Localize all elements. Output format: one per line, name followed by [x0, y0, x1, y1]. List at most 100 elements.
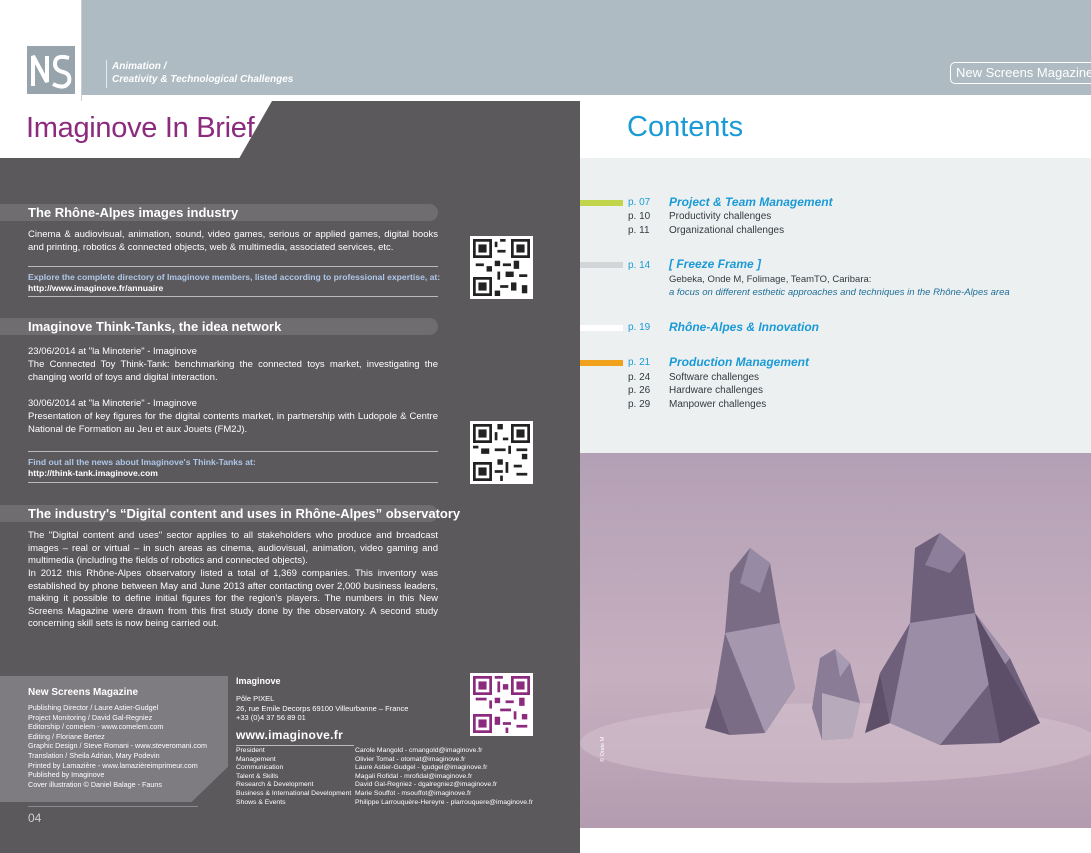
- contact-role: Management: [236, 755, 276, 763]
- toc-bar-innovation: [580, 325, 623, 331]
- toc-title-production-management[interactable]: Production Management: [669, 355, 809, 369]
- contact-people: Carole Mangold - cmangold@imaginove.fr O…: [355, 747, 533, 807]
- toc-bar-production: [580, 360, 623, 366]
- event-date-2: 30/06/2014 at "la Minoterie" - Imaginove: [28, 398, 197, 409]
- imaginove-name: Imaginove: [236, 676, 281, 686]
- origami-penguins-illustration: [580, 453, 1091, 828]
- toc-desc-italic: a focus on different esthetic approaches…: [669, 287, 1010, 298]
- think-tank-link[interactable]: http://think-tank.imaginove.com: [28, 468, 158, 478]
- observatory-body-1: The "Digital content and uses" sector ap…: [28, 530, 438, 566]
- phone: +33 (0)4 37 56 89 01: [236, 713, 306, 722]
- contact-role: Communication: [236, 764, 284, 772]
- section-title-think-tanks: Imaginove Think-Tanks, the idea network: [28, 319, 282, 334]
- contact-roles: President Management Communication Talen…: [236, 747, 355, 807]
- section-title-observatory: The industry's “Digital content and uses…: [28, 506, 461, 521]
- left-title-block: Imaginove In Brief: [0, 101, 272, 158]
- toc-sub-page: p. 24: [628, 372, 651, 383]
- ns-logo: [27, 46, 75, 94]
- section-rule-think-tanks-bottom: [28, 482, 438, 483]
- directory-link[interactable]: http://www.imaginove.fr/annuaire: [28, 283, 163, 293]
- contact-person[interactable]: Marie Souffot - msouffot@imaginove.fr: [355, 790, 533, 799]
- contents-area: [580, 158, 1091, 453]
- toc-desc-line2: a focus on different esthetic approaches…: [669, 286, 1010, 299]
- colophon-line: Publishing Director / Laure Astier-Gudge…: [28, 703, 159, 712]
- contact-person[interactable]: David Gal-Regniez - dgalregniez@imaginov…: [355, 781, 533, 790]
- qr-code-directory[interactable]: [470, 236, 533, 299]
- toc-sub-page: p. 26: [628, 385, 651, 396]
- toc-bar-project: [580, 200, 623, 206]
- toc-sub-title[interactable]: Organizational challenges: [669, 225, 784, 236]
- contact-role: President: [236, 747, 265, 754]
- toc-page: p. 07: [628, 197, 651, 208]
- colophon-line: Translation / Sheila Adrian, Mary Podevi…: [28, 750, 160, 760]
- toc-sub-title[interactable]: Hardware challenges: [669, 385, 763, 396]
- event-text-2: Presentation of key figures for the digi…: [28, 411, 438, 435]
- contact-role: Business & International Development: [236, 789, 352, 797]
- toc-page: p. 14: [628, 260, 651, 271]
- contact-role: Talent & Skills: [236, 772, 279, 780]
- bottom-strip: [580, 828, 1091, 853]
- contact-role: Shows & Events: [236, 798, 286, 806]
- toc-sub-title[interactable]: Manpower challenges: [669, 399, 766, 410]
- section-rule-think-tanks: [28, 451, 438, 452]
- toc-desc-line1: Gebeka, Onde M, Folimage, TeamTO, Cariba…: [669, 274, 872, 285]
- colophon-lines: Publishing Director / Laure Astier-Gudge…: [28, 703, 207, 789]
- imaginove-website[interactable]: www.imaginove.fr: [236, 728, 408, 742]
- header-separator: [106, 60, 107, 88]
- imaginove-block: Imaginove Pôle PIXEL 26, rue Emile Decor…: [236, 676, 408, 746]
- contact-person[interactable]: Magali Rofidal - mrofidal@imaginove.fr: [355, 773, 533, 782]
- page-number-rule: [28, 806, 198, 807]
- toc-bar-freeze-frame: [580, 262, 623, 268]
- event-text-1: The Connected Toy Think-Tank: benchmarki…: [28, 359, 438, 383]
- photo-credit: © Onde M: [600, 736, 606, 762]
- contact-person[interactable]: Carole Mangold - cmangold@imaginove.fr: [355, 747, 533, 756]
- toc-page: p. 21: [628, 357, 651, 368]
- contents-header: Contents: [580, 101, 1091, 158]
- toc-page: p. 19: [628, 322, 651, 333]
- qr-code-think-tank[interactable]: [470, 421, 533, 484]
- toc-title-project-management[interactable]: Project & Team Management: [669, 195, 833, 209]
- contacts-list: President Management Communication Talen…: [236, 747, 533, 807]
- address-line2: 26, rue Emile Decorps 69100 Villeurbanne…: [236, 703, 409, 713]
- ns-logo-icon: [27, 46, 75, 94]
- imaginove-address: Pôle PIXEL 26, rue Emile Decorps 69100 V…: [236, 694, 408, 723]
- colophon-line: Editorship / comelem - www.comelem.com: [28, 722, 164, 732]
- toc-sub-title[interactable]: Software challenges: [669, 372, 759, 383]
- origami-penguins-photo: [580, 453, 1091, 828]
- contact-person[interactable]: Olivier Tomat - otomat@imaginove.fr: [355, 756, 533, 765]
- toc-title-freeze-frame[interactable]: [ Freeze Frame ]: [669, 257, 761, 271]
- colophon-line: Editing / Floriane Bertez: [28, 731, 105, 741]
- page-title: Imaginove In Brief: [26, 112, 255, 144]
- toc-title-innovation[interactable]: Rhône-Alpes & Innovation: [669, 320, 819, 334]
- page-number: 04: [28, 811, 42, 825]
- qr-code-icon: [473, 239, 530, 296]
- observatory-body-2: In 2012 this Rhône-Alpes observatory lis…: [28, 568, 438, 629]
- qr-code-icon: [473, 676, 530, 733]
- think-tank-link-note: Find out all the news about Imaginove's …: [28, 457, 256, 467]
- qr-code-icon: [473, 424, 530, 481]
- website-underline: [236, 744, 354, 746]
- header-subtitle: Animation / Creativity & Technological C…: [112, 60, 293, 86]
- section-rule-industry-bottom: [28, 296, 438, 297]
- contact-person[interactable]: Philippe Larrouquère-Hereyre - plarrouqu…: [355, 799, 533, 808]
- contact-role: Research & Development: [236, 781, 314, 789]
- qr-code-imaginove[interactable]: [470, 673, 533, 736]
- section-rule-industry: [28, 266, 438, 267]
- colophon-line: Published by Imaginove: [28, 770, 105, 780]
- contact-person[interactable]: Laure Astier-Gudgel - lgudgel@imaginove.…: [355, 764, 533, 773]
- colophon-line: Printed by Lamazière - www.lamazièreimpr…: [28, 760, 198, 770]
- section-body-industry: Cinema & audiovisual, animation, sound, …: [28, 229, 438, 253]
- toc-sub-title[interactable]: Productivity challenges: [669, 211, 771, 222]
- address-line1: Pôle PIXEL: [236, 694, 275, 703]
- toc-sub-page: p. 11: [628, 225, 650, 236]
- colophon-title: New Screens Magazine: [28, 687, 139, 698]
- directory-link-note: Explore the complete directory of Imagin…: [28, 272, 441, 282]
- colophon-line: Cover illustration © Daniel Balage - Fau…: [28, 779, 162, 789]
- header-subtitle-line1: Animation /: [112, 61, 167, 72]
- event-date-1: 23/06/2014 at "la Minoterie" - Imaginove: [28, 346, 197, 357]
- magazine-tag: New Screens Magazine: [950, 62, 1091, 84]
- contents-title: Contents: [627, 111, 744, 143]
- colophon-line: Graphic Design / Steve Romani - www.stev…: [28, 741, 207, 751]
- toc-sub-page: p. 29: [628, 399, 651, 410]
- toc-sub-page: p. 10: [628, 211, 651, 222]
